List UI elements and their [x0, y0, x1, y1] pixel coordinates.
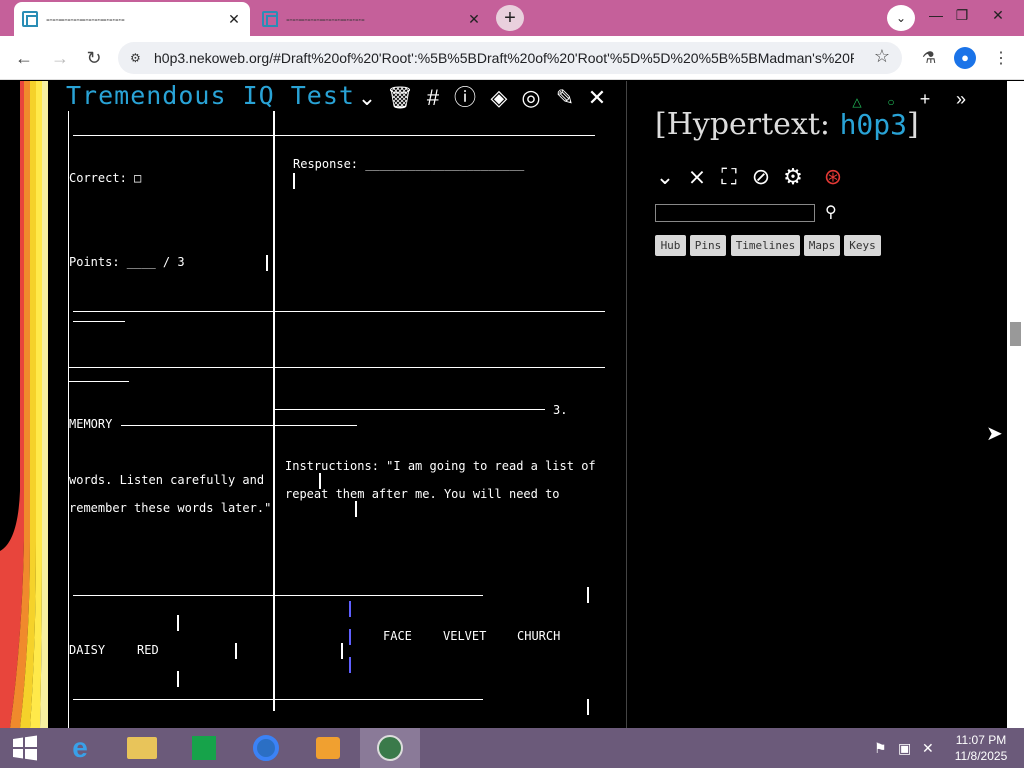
tab-active[interactable]: -·-·--·-·-·--·-·-·--·-·-·- ✕	[14, 2, 250, 36]
clock-time: 11:07 PM	[955, 733, 1007, 747]
windows-taskbar: e ⚑ ▣ ✕ 11:07 PM 11/8/2025	[0, 728, 1024, 768]
page-content: Tremendous IQ Test ⌄ 🗑 # ⓘ ◈ ◎ ✎ ✕ Corre…	[0, 81, 1024, 728]
chrome-icon[interactable]	[236, 728, 296, 768]
rainbow-stripes-decoration	[0, 81, 48, 728]
back-arrow-icon[interactable]: ←	[12, 46, 36, 70]
scrollbar-thumb[interactable]	[1010, 322, 1021, 346]
start-windows-icon[interactable]	[0, 728, 50, 768]
close-all-icon[interactable]: ⨯	[683, 163, 711, 191]
word-red: RED	[137, 643, 159, 657]
fullscreen-icon[interactable]: ⛶	[715, 163, 743, 191]
words-line-2: remember these words later."	[69, 501, 272, 515]
section-number: 3.	[553, 403, 568, 417]
word-face: FACE	[383, 629, 412, 643]
chevron-down-icon[interactable]: ⌄	[354, 85, 380, 111]
target-icon[interactable]: ◎	[518, 85, 544, 111]
restore-button[interactable]: ❐	[948, 2, 976, 30]
info-icon[interactable]: ⓘ	[452, 85, 478, 111]
tab-inactive[interactable]: -·-·--·-·-·--·-·-·--·-·-·- ✕	[254, 2, 490, 36]
hash-icon[interactable]: #	[420, 85, 446, 111]
eraser-icon[interactable]: ◈	[486, 85, 512, 111]
menu-kebab-icon[interactable]: ⋮	[990, 48, 1012, 68]
browser-toolbar: ← → ↻ ⚙ h0p3.nekoweb.org/#Draft%20of%20'…	[0, 36, 1024, 80]
page-scrollbar[interactable]	[1007, 81, 1024, 728]
bookmark-star-icon[interactable]: ☆	[874, 46, 890, 67]
gear-icon[interactable]: ⚙	[779, 163, 807, 191]
app-globe-icon[interactable]	[360, 728, 420, 768]
response-line: Response: ______________________	[293, 157, 525, 171]
tab-title: -·-·--·-·-·--·-·-·--·-·-·-	[46, 12, 125, 26]
store-icon[interactable]	[174, 728, 234, 768]
trash-icon[interactable]: 🗑	[386, 85, 414, 111]
tiddler-panel: Tremendous IQ Test ⌄ 🗑 # ⓘ ◈ ◎ ✎ ✕ Corre…	[64, 81, 624, 728]
word-daisy: DAISY	[69, 643, 106, 657]
flag-icon[interactable]: ⚑	[874, 740, 887, 757]
tab-close-icon[interactable]: ✕	[466, 11, 482, 28]
reload-icon[interactable]: ↻	[82, 46, 106, 70]
instructions-line-2: repeat them after me. You will need to	[285, 487, 560, 501]
tiddler-title[interactable]: Tremendous IQ Test	[66, 81, 355, 110]
sidebar-panel: △ ○ + » [Hypertext: h0p3] ⌄ ⨯ ⛶ ⊘ ⚙ ⊛ ⚲ …	[627, 81, 1007, 728]
network-icon[interactable]: ▣	[898, 740, 911, 757]
site-favicon-icon	[262, 11, 278, 27]
tab-timelines[interactable]: Timelines	[731, 235, 800, 256]
chevron-down-icon[interactable]: ⌄	[651, 163, 679, 191]
tab-maps[interactable]: Maps	[804, 235, 840, 256]
search-icon[interactable]: ⚲	[825, 202, 837, 222]
tab-keys[interactable]: Keys	[844, 235, 881, 256]
double-chevron-right-icon[interactable]: »	[953, 89, 969, 110]
tab-close-icon[interactable]: ✕	[226, 11, 242, 28]
points-line: Points: ____ / 3	[69, 255, 185, 269]
words-line-1: words. Listen carefully and	[69, 473, 265, 487]
tab-pins[interactable]: Pins	[690, 235, 726, 256]
memory-heading: MEMORY	[69, 417, 113, 431]
close-window-button[interactable]: ✕	[984, 2, 1012, 30]
close-icon[interactable]: ✕	[584, 85, 610, 111]
minimize-button[interactable]: —	[922, 2, 950, 30]
profile-avatar-icon[interactable]: ●	[954, 47, 976, 69]
search-input[interactable]	[655, 204, 815, 222]
address-bar[interactable]: ⚙ h0p3.nekoweb.org/#Draft%20of%20'Root':…	[118, 42, 902, 74]
volume-muted-icon[interactable]: ✕	[922, 740, 934, 757]
site-info-icon[interactable]: ⚙	[130, 51, 154, 65]
internet-explorer-icon[interactable]: e	[50, 728, 110, 768]
correct-line: Correct: □	[69, 171, 142, 185]
site-title: [Hypertext: h0p3]	[655, 107, 919, 142]
site-favicon-icon	[22, 11, 38, 27]
clock-date: 11/8/2025	[954, 749, 1008, 763]
tab-strip: -·-·--·-·-·--·-·-·--·-·-·- ✕ -·-·--·-·-·…	[0, 0, 1024, 36]
checkmark-circle-icon[interactable]: ⊛	[819, 163, 847, 191]
new-tiddler-plus-icon[interactable]: +	[917, 89, 933, 110]
media-player-icon[interactable]	[298, 728, 358, 768]
file-explorer-icon[interactable]	[112, 728, 172, 768]
taskbar-clock[interactable]: 11:07 PM 11/8/2025	[945, 732, 1017, 764]
edit-pencil-icon[interactable]: ✎	[552, 85, 578, 111]
tab-hub[interactable]: Hub	[655, 235, 686, 256]
tab-search-button[interactable]: ⌄	[887, 5, 915, 31]
instructions-line-1: Instructions: "I am going to read a list…	[285, 459, 596, 473]
labs-flask-icon[interactable]: ⚗	[918, 48, 940, 68]
forward-arrow-icon[interactable]: →	[48, 46, 72, 70]
mouse-cursor-icon: ➤	[986, 423, 1003, 445]
word-velvet: VELVET	[443, 629, 487, 643]
new-tab-button[interactable]: +	[496, 5, 524, 31]
url-text[interactable]: h0p3.nekoweb.org/#Draft%20of%20'Root':%5…	[154, 50, 854, 66]
site-title-accent: h0p3	[839, 108, 908, 141]
ascii-test-body: Correct: □ Response: ___________________…	[68, 111, 620, 728]
site-title-main: Hypertext:	[666, 107, 831, 142]
word-church: CHURCH	[517, 629, 561, 643]
tab-title: -·-·--·-·-·--·-·-·--·-·-·-	[286, 12, 365, 26]
paperclip-icon[interactable]: ⊘	[747, 163, 775, 191]
